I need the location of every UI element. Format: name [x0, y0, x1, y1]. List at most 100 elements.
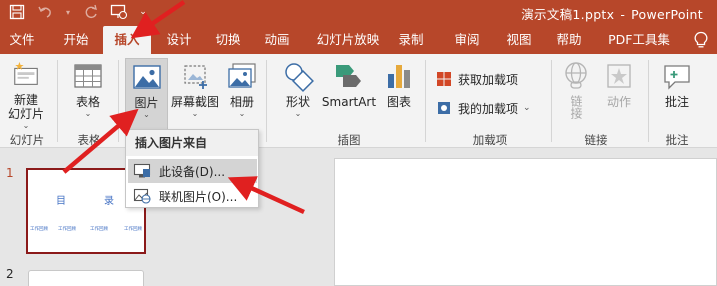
- menu-item-this-device[interactable]: 此设备(D)...: [128, 159, 257, 183]
- group-label-slides: 幻灯片: [9, 133, 45, 147]
- my-addins-button[interactable]: 我的加载项 ⌄: [435, 97, 531, 119]
- group-divider: [425, 60, 426, 142]
- globe-link-icon: [565, 62, 587, 89]
- chevron-down-icon: ⌄: [143, 110, 150, 119]
- smartart-button[interactable]: SmartArt: [321, 58, 377, 130]
- link-label: 链接: [569, 95, 583, 119]
- slideshow-from-beginning-icon[interactable]: [110, 3, 128, 21]
- table-label: 表格: [75, 95, 100, 109]
- table-button[interactable]: 表格 ⌄: [66, 58, 110, 130]
- get-addins-button[interactable]: 获取加载项: [435, 68, 518, 90]
- screenshot-icon: [184, 65, 207, 89]
- group-divider: [648, 60, 649, 142]
- link-button[interactable]: 链接: [559, 58, 593, 130]
- lightbulb-icon[interactable]: [693, 31, 709, 49]
- chevron-down-icon: ⌄: [523, 103, 531, 113]
- tab-file[interactable]: 文件: [6, 26, 38, 54]
- tab-help[interactable]: 帮助: [551, 26, 587, 54]
- shapes-button[interactable]: 形状 ⌄: [277, 58, 319, 130]
- insert-picture-menu: 插入图片来自 此设备(D)... 联机图片(O)...: [125, 129, 259, 208]
- undo-icon[interactable]: [36, 3, 54, 21]
- redo-icon[interactable]: [82, 3, 100, 21]
- chevron-down-icon: ⌄: [84, 109, 92, 118]
- menu-item-label: 联机图片(O)...: [159, 189, 238, 204]
- group-divider: [551, 60, 552, 142]
- group-label-links: 链接: [584, 133, 608, 147]
- title-separator: -: [620, 7, 626, 22]
- online-picture-icon: [133, 188, 151, 204]
- tab-view[interactable]: 视图: [501, 26, 537, 54]
- chevron-down-icon: ⌄: [294, 109, 302, 118]
- tab-transitions[interactable]: 切换: [208, 26, 248, 54]
- picture-label: 图片: [134, 96, 159, 110]
- shapes-icon: [285, 63, 314, 92]
- store-icon: [437, 72, 451, 86]
- tab-insert[interactable]: 插入: [103, 26, 151, 54]
- document-name: 演示文稿1.pptx: [521, 7, 615, 22]
- comment-icon: [664, 65, 690, 90]
- tab-record[interactable]: 录制: [393, 26, 429, 54]
- group-label-addins: 加载项: [472, 133, 508, 147]
- tab-home[interactable]: 开始: [56, 26, 96, 54]
- menu-header: 插入图片来自: [126, 130, 258, 156]
- group-label-illustrations: 插图: [337, 133, 361, 147]
- group-divider: [266, 60, 267, 142]
- thumb-item: 工作回顾: [90, 227, 108, 232]
- group-label-comments: 批注: [665, 133, 689, 147]
- picture-button[interactable]: 图片 ⌄: [125, 58, 168, 130]
- photo-album-button[interactable]: 相册 ⌄: [223, 58, 261, 130]
- thumb-item: 工作回顾: [58, 227, 76, 232]
- tab-animations[interactable]: 动画: [257, 26, 297, 54]
- current-slide-canvas[interactable]: [334, 158, 717, 286]
- chevron-down-icon: ⌄: [191, 109, 199, 118]
- thumb-item: 工作回顾: [124, 227, 142, 232]
- photo-album-icon: [228, 63, 256, 88]
- ribbon-tabs: 文件 开始 插入 设计 切换 动画 幻灯片放映 录制 审阅 视图 帮助 PDF工…: [0, 26, 717, 54]
- my-addins-icon: [438, 102, 450, 114]
- computer-icon: [133, 163, 151, 178]
- new-slide-label-2: 幻灯片: [7, 107, 44, 121]
- chart-label: 图表: [386, 95, 411, 109]
- action-button[interactable]: 动作: [601, 58, 637, 130]
- chart-icon: [388, 65, 410, 88]
- screenshot-button[interactable]: 屏幕截图 ⌄: [170, 58, 220, 130]
- dropdown-caret-icon[interactable]: ▾: [64, 3, 72, 21]
- tab-design[interactable]: 设计: [159, 26, 199, 54]
- window-title: 演示文稿1.pptx - PowerPoint: [521, 4, 703, 23]
- save-icon[interactable]: [8, 3, 26, 21]
- ribbon-panel: 新建 幻灯片 ⌄ 幻灯片 表格 ⌄ 表格 图片 ⌄ 屏幕截图 ⌄ 相册 ⌄ 形状…: [0, 54, 717, 148]
- chart-button[interactable]: 图表: [381, 58, 417, 130]
- customize-qat-icon[interactable]: ⌄: [138, 3, 148, 21]
- comment-button[interactable]: 批注: [659, 58, 695, 130]
- menu-item-online-pictures[interactable]: 联机图片(O)...: [128, 184, 257, 208]
- slide-number-1: 1: [6, 166, 14, 180]
- slide-thumbnail-2[interactable]: [28, 270, 144, 286]
- photo-album-label: 相册: [229, 95, 254, 109]
- new-slide-label-1: 新建: [13, 93, 38, 107]
- thumb-item: 工作回顾: [30, 227, 48, 232]
- get-addins-label: 获取加载项: [458, 72, 519, 87]
- group-divider: [57, 60, 58, 142]
- screenshot-label: 屏幕截图: [170, 95, 219, 109]
- chevron-down-icon: ⌄: [22, 121, 30, 130]
- quick-access-toolbar: ▾ ⌄: [8, 3, 148, 21]
- app-name: PowerPoint: [631, 7, 703, 22]
- smartart-label: SmartArt: [321, 95, 377, 109]
- tab-pdf-tools[interactable]: PDF工具集: [604, 26, 674, 54]
- picture-icon: [132, 65, 161, 89]
- action-star-icon: [607, 64, 631, 88]
- action-label: 动作: [606, 95, 631, 109]
- tab-review[interactable]: 审阅: [449, 26, 485, 54]
- group-label-tables: 表格: [77, 133, 101, 147]
- tab-slideshow[interactable]: 幻灯片放映: [310, 26, 386, 54]
- slide-number-2: 2: [6, 267, 14, 281]
- smartart-icon: [336, 65, 361, 87]
- new-slide-icon: [14, 61, 38, 85]
- comment-label: 批注: [664, 95, 689, 109]
- thumb-title-left: 目: [56, 196, 66, 207]
- table-icon: [74, 64, 102, 88]
- title-bar: ▾ ⌄ 演示文稿1.pptx - PowerPoint: [0, 0, 717, 26]
- group-divider: [118, 60, 119, 142]
- menu-item-label: 此设备(D)...: [159, 164, 226, 179]
- new-slide-button[interactable]: 新建 幻灯片 ⌄: [4, 58, 48, 130]
